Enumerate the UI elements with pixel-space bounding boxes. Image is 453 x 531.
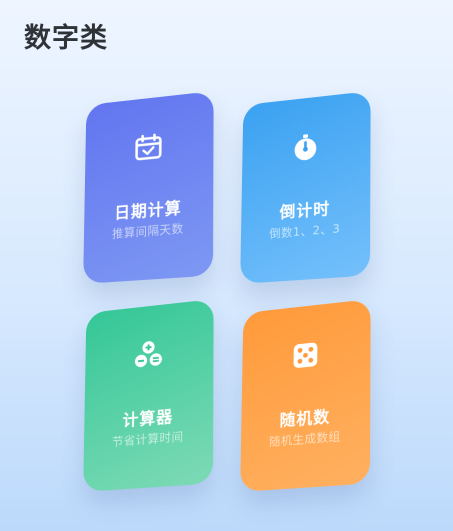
dice-icon — [290, 338, 322, 373]
date-calculation-card[interactable]: 日期计算 推算间隔天数 — [83, 90, 214, 284]
calendar-icon — [133, 130, 165, 165]
calculator-card[interactable]: 计算器 节省计算时间 — [83, 298, 214, 492]
stopwatch-icon — [290, 130, 322, 165]
random-number-card[interactable]: 随机数 随机生成数组 — [240, 298, 371, 492]
countdown-card[interactable]: 倒计时 倒数1、2、3 — [240, 90, 371, 284]
calculator-icon — [133, 338, 165, 373]
tool-card-grid: 日期计算 推算间隔天数 倒计时 倒数1、2、3 计算器 节省计算时间 随机数 随… — [0, 0, 453, 531]
